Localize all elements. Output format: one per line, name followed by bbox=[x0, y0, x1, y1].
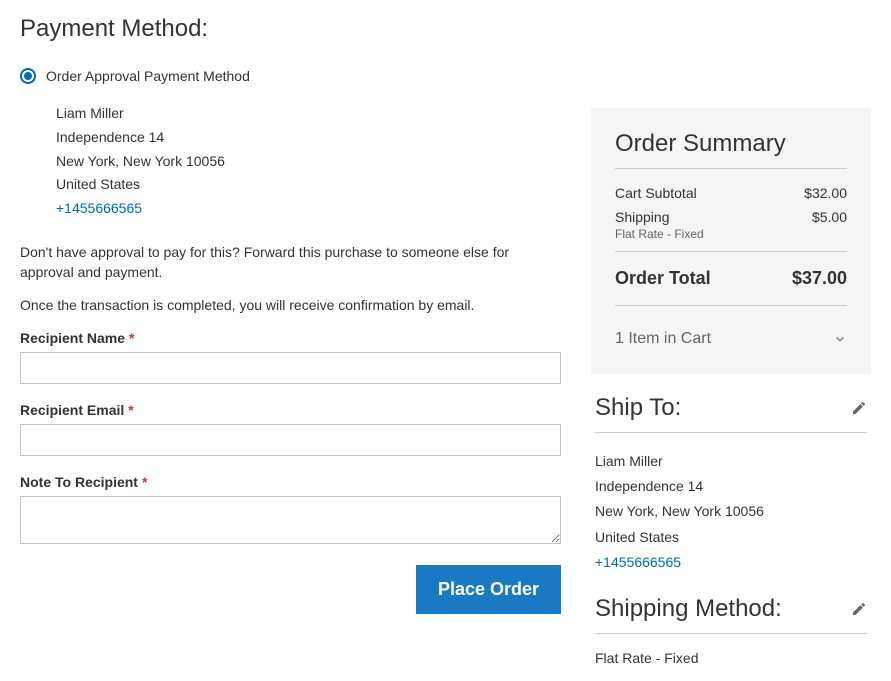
edit-shipping-method-icon[interactable] bbox=[851, 601, 867, 617]
subtotal-value: $32.00 bbox=[804, 185, 847, 201]
shipping-method-panel: Shipping Method: Flat Rate - Fixed bbox=[591, 575, 871, 666]
approval-info-text: Don't have approval to pay for this? For… bbox=[20, 243, 561, 282]
confirmation-info-text: Once the transaction is completed, you w… bbox=[20, 296, 561, 316]
payment-method-panel: Order Approval Payment Method Liam Mille… bbox=[20, 68, 561, 666]
payment-method-label: Order Approval Payment Method bbox=[46, 68, 250, 84]
shipping-method-value: Flat Rate - Fixed bbox=[595, 650, 867, 666]
edit-ship-to-icon[interactable] bbox=[851, 400, 867, 416]
recipient-name-input[interactable] bbox=[20, 352, 561, 384]
cart-items-toggle[interactable]: 1 Item in Cart bbox=[615, 316, 847, 352]
page-title: Payment Method: bbox=[20, 15, 871, 43]
cart-items-label: 1 Item in Cart bbox=[615, 330, 711, 348]
shipping-sub-label: Flat Rate - Fixed bbox=[615, 227, 847, 241]
ship-to-panel: Ship To: Liam Miller Independence 14 New… bbox=[591, 374, 871, 575]
chevron-down-icon bbox=[833, 332, 847, 346]
recipient-email-input[interactable] bbox=[20, 424, 561, 456]
billing-name: Liam Miller bbox=[56, 102, 561, 126]
ship-to-title: Ship To: bbox=[595, 394, 681, 422]
order-total-value: $37.00 bbox=[792, 268, 847, 289]
shipto-street: Independence 14 bbox=[595, 474, 867, 499]
shipto-phone-link[interactable]: +1455666565 bbox=[595, 554, 681, 570]
place-order-button[interactable]: Place Order bbox=[416, 565, 561, 614]
shipping-value: $5.00 bbox=[812, 209, 847, 225]
payment-method-radio-row[interactable]: Order Approval Payment Method bbox=[20, 68, 561, 84]
billing-address: Liam Miller Independence 14 New York, Ne… bbox=[56, 102, 561, 221]
recipient-email-label: Recipient Email* bbox=[20, 402, 561, 418]
radio-selected-icon bbox=[20, 68, 36, 84]
billing-city: New York, New York 10056 bbox=[56, 150, 561, 174]
note-to-recipient-label: Note To Recipient* bbox=[20, 474, 561, 490]
billing-phone-link[interactable]: +1455666565 bbox=[56, 200, 142, 216]
shipping-method-title: Shipping Method: bbox=[595, 595, 782, 623]
shipto-country: United States bbox=[595, 525, 867, 550]
billing-country: United States bbox=[56, 173, 561, 197]
recipient-name-label: Recipient Name* bbox=[20, 330, 561, 346]
billing-street: Independence 14 bbox=[56, 126, 561, 150]
note-to-recipient-input[interactable] bbox=[20, 496, 561, 544]
shipto-name: Liam Miller bbox=[595, 449, 867, 474]
shipto-city: New York, New York 10056 bbox=[595, 499, 867, 524]
order-summary-title: Order Summary bbox=[615, 130, 847, 169]
order-summary-panel: Order Summary Cart Subtotal $32.00 Shipp… bbox=[591, 108, 871, 374]
subtotal-label: Cart Subtotal bbox=[615, 185, 697, 201]
shipping-label: Shipping bbox=[615, 209, 670, 225]
order-total-label: Order Total bbox=[615, 268, 711, 289]
